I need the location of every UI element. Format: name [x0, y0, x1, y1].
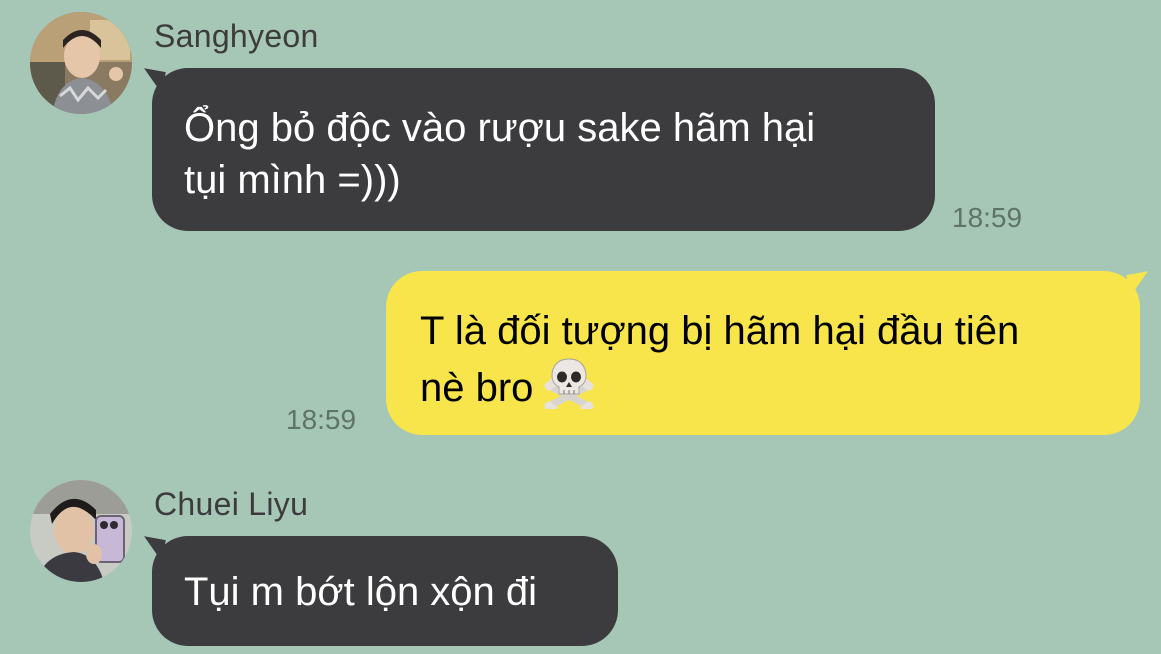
bubble-tail — [140, 536, 166, 562]
message-bubble-incoming[interactable]: Tụi m bớt lộn xộn đi — [140, 536, 618, 646]
message-timestamp: 18:59 — [952, 202, 1023, 233]
sender-name: Sanghyeon — [154, 18, 319, 54]
skull-crossbones-icon — [543, 357, 595, 422]
message-bubble-incoming[interactable]: Ổng bỏ độc vào rượu sake hãm hại tụi mìn… — [140, 68, 935, 231]
message-text-line: T là đối tượng bị hãm hại đầu tiên — [420, 309, 1020, 353]
bubble-tail — [1126, 271, 1152, 297]
message-text-line: Ổng bỏ độc vào rượu sake hãm hại — [184, 106, 816, 150]
avatar-chuei-liyu[interactable] — [30, 480, 132, 582]
bubble-tail — [140, 68, 166, 94]
message-text-line: Tụi m bớt lộn xộn đi — [184, 570, 538, 614]
message-text-line-with-emoji: nè bro — [420, 357, 1110, 422]
avatar-sanghyeon[interactable] — [30, 12, 132, 114]
message-timestamp: 18:59 — [286, 404, 357, 435]
sender-name: Chuei Liyu — [154, 486, 309, 522]
message-text-line: tụi mình =))) — [184, 158, 401, 202]
message-text: nè bro — [420, 366, 534, 410]
message-bubble-outgoing[interactable]: T là đối tượng bị hãm hại đầu tiên nè br… — [386, 271, 1152, 435]
